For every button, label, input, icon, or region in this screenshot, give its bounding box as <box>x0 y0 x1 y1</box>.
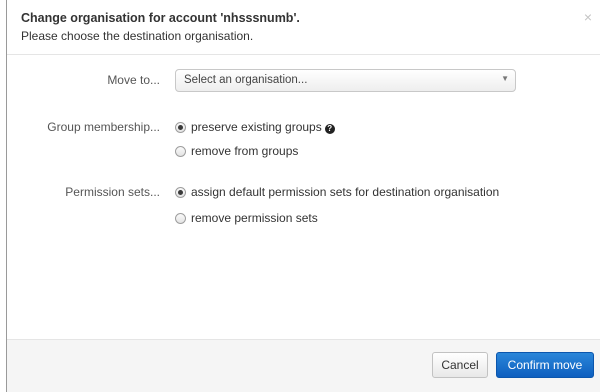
organisation-select-value: Select an organisation... <box>184 74 308 86</box>
close-icon[interactable]: × <box>584 10 592 24</box>
permission-sets-label: Permission sets... <box>65 185 160 199</box>
help-icon[interactable]: ? <box>324 124 335 134</box>
radio-preserve-groups-label[interactable]: preserve existing groups? <box>191 120 335 134</box>
cancel-button[interactable]: Cancel <box>432 352 488 378</box>
organisation-select[interactable]: Select an organisation... ▼ <box>175 69 516 92</box>
radio-remove-groups-label[interactable]: remove from groups <box>191 144 298 158</box>
radio-assign-default-permissions[interactable] <box>175 187 186 198</box>
dialog-footer: Cancel Confirm move <box>7 339 600 392</box>
radio-remove-groups[interactable] <box>175 146 186 157</box>
confirm-move-button[interactable]: Confirm move <box>496 352 594 378</box>
chevron-down-icon: ▼ <box>501 74 509 83</box>
move-to-label: Move to... <box>107 73 160 87</box>
group-membership-label: Group membership... <box>47 120 160 134</box>
dialog-title: Change organisation for account 'nhsssnu… <box>21 11 300 25</box>
radio-preserve-groups[interactable] <box>175 122 186 133</box>
dialog-subtitle: Please choose the destination organisati… <box>21 29 254 43</box>
dialog-header: Change organisation for account 'nhsssnu… <box>7 0 600 55</box>
change-organisation-dialog: Change organisation for account 'nhsssnu… <box>6 0 600 392</box>
radio-remove-permissions[interactable] <box>175 213 186 224</box>
radio-remove-permissions-label[interactable]: remove permission sets <box>191 211 318 225</box>
radio-assign-default-permissions-label[interactable]: assign default permission sets for desti… <box>191 185 499 199</box>
